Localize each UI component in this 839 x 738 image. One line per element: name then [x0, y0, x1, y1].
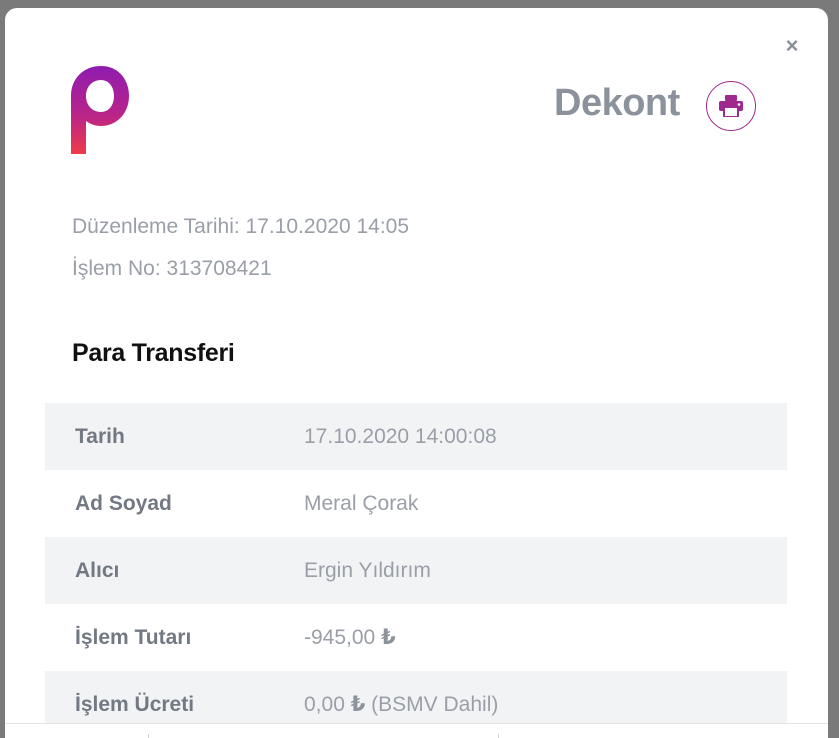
print-button[interactable] [706, 81, 756, 131]
amount: -945,00 [304, 626, 376, 649]
table-row: Alıcı Ergin Yıldırım [45, 537, 787, 604]
divider-tick [498, 734, 499, 738]
row-value: Ergin Yıldırım [304, 558, 431, 582]
row-label: İşlem Tutarı [75, 625, 192, 649]
row-value: Meral Çorak [304, 491, 419, 515]
page-title: Dekont [554, 82, 680, 124]
amount: 0,00 [304, 693, 345, 716]
transaction-number: İşlem No: 313708421 [72, 257, 272, 280]
printer-icon [719, 95, 743, 117]
row-label: Tarih [75, 424, 125, 448]
section-title: Para Transferi [72, 339, 235, 367]
row-value: 17.10.2020 14:00:08 [304, 424, 497, 448]
footer-divider [5, 723, 828, 738]
table-row: İşlem Tutarı -945,00 ₺ [45, 604, 787, 671]
details-table: Tarih 17.10.2020 14:00:08 Ad Soyad Meral… [45, 403, 787, 724]
table-row: Ad Soyad Meral Çorak [45, 470, 787, 537]
currency-symbol: ₺ [350, 693, 366, 716]
row-label: Alıcı [75, 558, 120, 582]
receipt-modal: × Dekont Düzenleme Tarihi: 17.10.2020 14… [5, 8, 828, 724]
row-value: 0,00 ₺ (BSMV Dahil) [304, 692, 498, 717]
table-row: Tarih 17.10.2020 14:00:08 [45, 403, 787, 470]
divider-tick [148, 734, 149, 738]
table-row: İşlem Ücreti 0,00 ₺ (BSMV Dahil) [45, 671, 787, 724]
brand-logo [71, 66, 129, 154]
issue-date: Düzenleme Tarihi: 17.10.2020 14:05 [72, 215, 410, 238]
row-value: -945,00 ₺ [304, 625, 396, 650]
row-label: Ad Soyad [75, 491, 172, 515]
currency-symbol: ₺ [381, 626, 396, 649]
fee-note: (BSMV Dahil) [365, 693, 499, 716]
row-label: İşlem Ücreti [75, 692, 195, 716]
close-icon[interactable]: × [782, 35, 802, 57]
